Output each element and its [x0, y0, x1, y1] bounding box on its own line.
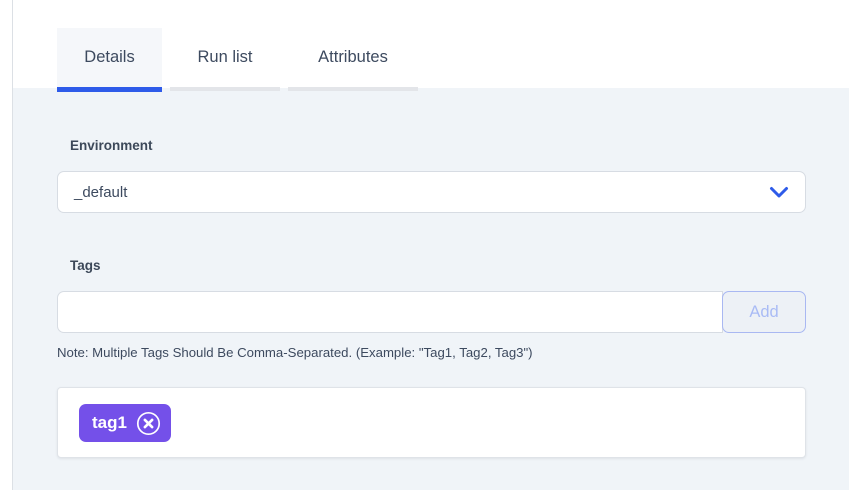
add-tag-button[interactable]: Add: [722, 291, 806, 333]
tags-input[interactable]: [57, 291, 723, 333]
tab-run-list-label: Run list: [197, 48, 252, 67]
tab-attributes-underline: [288, 87, 418, 91]
tab-run-list-underline: [170, 87, 280, 91]
chevron-down-icon: [769, 186, 789, 199]
environment-selected-value: _default: [74, 184, 127, 201]
tags-list-container: tag1: [57, 387, 806, 458]
tag-chip: tag1: [79, 404, 171, 442]
details-panel: Details Run list Attributes Environment …: [0, 0, 849, 492]
tags-input-group: Add: [57, 291, 806, 333]
tab-details[interactable]: Details: [57, 28, 162, 87]
tab-attributes[interactable]: Attributes: [288, 28, 418, 87]
tab-details-active-underline: [57, 87, 162, 92]
tags-note: Note: Multiple Tags Should Be Comma-Sepa…: [57, 345, 533, 360]
tag-chip-label: tag1: [92, 413, 127, 433]
tab-attributes-label: Attributes: [318, 48, 388, 67]
tags-label: Tags: [70, 258, 101, 273]
environment-select[interactable]: _default: [57, 171, 806, 213]
tab-details-label: Details: [84, 48, 134, 67]
remove-tag-icon[interactable]: [136, 411, 161, 436]
environment-label: Environment: [70, 138, 153, 153]
tab-run-list[interactable]: Run list: [170, 28, 280, 87]
